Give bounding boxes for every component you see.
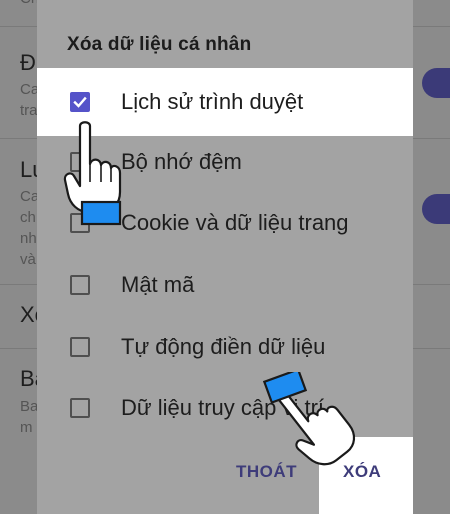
checkbox[interactable] bbox=[70, 398, 90, 418]
bg-row-sub: nh bbox=[20, 230, 37, 247]
bg-row-sub: tra bbox=[20, 102, 38, 119]
checkbox[interactable] bbox=[70, 275, 90, 295]
option-autofill[interactable]: Tự động điền dữ liệu bbox=[37, 313, 413, 381]
pointing-hand-icon bbox=[262, 372, 356, 466]
dialog-title: Xóa dữ liệu cá nhân bbox=[67, 34, 252, 55]
bg-row-sub: m bbox=[20, 419, 33, 436]
option-label: Lịch sử trình duyệt bbox=[121, 89, 304, 114]
option-label: Tự động điền dữ liệu bbox=[121, 334, 326, 359]
toggle-switch[interactable] bbox=[422, 68, 450, 98]
bg-row-sub: Ba bbox=[20, 398, 39, 415]
toggle-switch[interactable] bbox=[422, 194, 450, 224]
option-passwords[interactable]: Mật mã bbox=[37, 251, 413, 319]
option-label: Cookie và dữ liệu trang bbox=[121, 210, 349, 235]
checkmark-icon bbox=[73, 96, 87, 108]
pointing-hand-icon bbox=[63, 121, 122, 226]
bg-row-sub: ch bbox=[20, 209, 36, 226]
bg-row-title: Đ bbox=[20, 50, 36, 75]
checkbox[interactable] bbox=[70, 337, 90, 357]
checkbox[interactable] bbox=[70, 92, 90, 112]
option-label: Mật mã bbox=[121, 272, 195, 297]
bg-row-sub: và bbox=[20, 251, 36, 268]
option-label: Bộ nhớ đệm bbox=[121, 149, 242, 174]
